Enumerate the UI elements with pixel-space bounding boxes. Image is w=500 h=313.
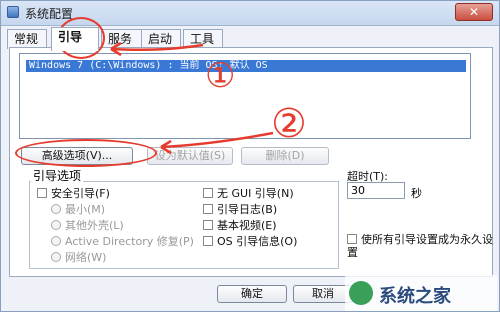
set-default-button[interactable]: 设为默认值(S) xyxy=(147,147,233,165)
watermark-logo-icon xyxy=(349,281,373,305)
permanent-option[interactable]: 使所有引导设置成为永久设置 xyxy=(347,233,497,259)
os-list[interactable]: Windows 7 (C:\Windows) : 当前 OS; 默认 OS xyxy=(19,53,471,139)
os-info-option[interactable]: OS 引导信息(O) xyxy=(203,235,297,248)
ad-repair-radio[interactable] xyxy=(51,236,61,246)
minimal-label: 最小(M) xyxy=(65,203,106,216)
close-button[interactable]: ✕ xyxy=(455,3,493,21)
base-video-label: 基本视频(E) xyxy=(217,219,277,232)
system-config-window: 系统配置 ✕ 常规 引导 服务 启动 工具 Windows 7 (C:\Wind… xyxy=(0,0,500,312)
no-gui-option[interactable]: 无 GUI 引导(N) xyxy=(203,187,294,200)
cancel-button[interactable]: 取消 xyxy=(293,285,353,303)
tab-startup[interactable]: 启动 xyxy=(141,29,181,49)
tab-tools[interactable]: 工具 xyxy=(183,29,223,49)
no-gui-label: 无 GUI 引导(N) xyxy=(217,187,294,200)
delete-button[interactable]: 删除(D) xyxy=(241,147,329,165)
ad-repair-option[interactable]: Active Directory 修复(P) xyxy=(51,235,194,248)
tab-general[interactable]: 常规 xyxy=(7,29,47,49)
os-entry[interactable]: Windows 7 (C:\Windows) : 当前 OS; 默认 OS xyxy=(26,60,466,72)
safe-boot-label: 安全引导(F) xyxy=(51,187,110,200)
tab-boot[interactable]: 引导 xyxy=(51,27,99,51)
permanent-label: 使所有引导设置成为永久设置 xyxy=(347,233,493,259)
network-option[interactable]: 网络(W) xyxy=(51,251,106,264)
minimal-radio[interactable] xyxy=(51,204,61,214)
boot-log-option[interactable]: 引导日志(B) xyxy=(203,203,277,216)
alternate-shell-label: 其他外壳(L) xyxy=(65,219,124,232)
permanent-checkbox[interactable] xyxy=(347,234,357,244)
network-radio[interactable] xyxy=(51,252,61,262)
boot-log-checkbox[interactable] xyxy=(203,204,213,214)
window-title: 系统配置 xyxy=(25,7,74,21)
no-gui-checkbox[interactable] xyxy=(203,188,213,198)
ad-repair-label: Active Directory 修复(P) xyxy=(65,235,194,248)
os-info-checkbox[interactable] xyxy=(203,236,213,246)
annotation-circle-2 xyxy=(15,139,157,167)
app-icon xyxy=(7,6,19,18)
timeout-input[interactable]: 30 xyxy=(347,182,405,199)
network-label: 网络(W) xyxy=(65,251,107,264)
minimal-option[interactable]: 最小(M) xyxy=(51,203,105,216)
ok-button[interactable]: 确定 xyxy=(217,285,287,303)
safe-boot-option[interactable]: 安全引导(F) xyxy=(37,187,110,200)
base-video-option[interactable]: 基本视频(E) xyxy=(203,219,277,232)
boot-log-label: 引导日志(B) xyxy=(217,203,278,216)
watermark-text: 系统之家 xyxy=(379,286,451,307)
tab-services[interactable]: 服务 xyxy=(101,29,145,49)
alternate-shell-option[interactable]: 其他外壳(L) xyxy=(51,219,124,232)
alternate-shell-radio[interactable] xyxy=(51,220,61,230)
watermark: 系统之家 xyxy=(345,275,497,311)
os-info-label: OS 引导信息(O) xyxy=(217,235,298,248)
base-video-checkbox[interactable] xyxy=(203,220,213,230)
boot-options-title: 引导选项 xyxy=(31,167,84,184)
safe-boot-checkbox[interactable] xyxy=(37,188,47,198)
timeout-unit: 秒 xyxy=(411,187,422,200)
